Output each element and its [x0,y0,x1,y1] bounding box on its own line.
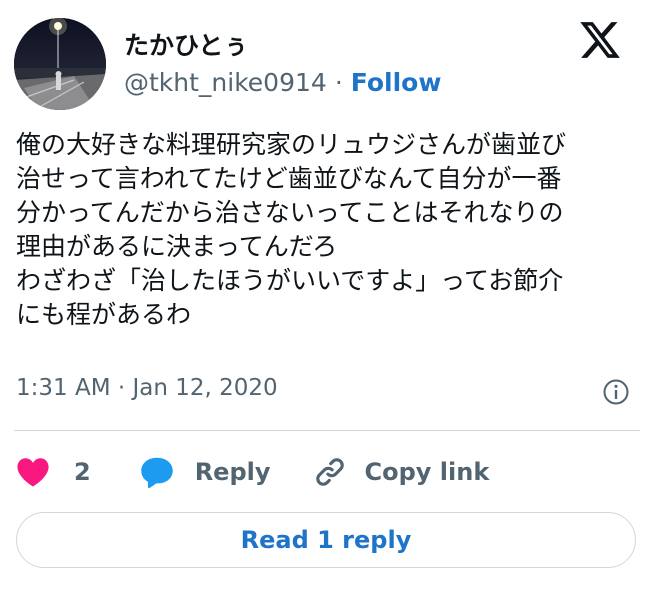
post-text: 俺の大好きな料理研究家のリュウジさんが歯並び 治せって言われてたけど歯並びなんて… [16,130,567,329]
info-icon[interactable] [602,378,630,406]
avatar-photo [14,18,106,110]
x-logo-icon[interactable] [578,18,622,62]
reply-label: Reply [194,458,271,486]
post-actions: 2 Reply Copy link [16,450,489,494]
follow-button[interactable]: Follow [351,68,442,97]
heart-icon [16,456,50,488]
copy-link-button[interactable]: Copy link [313,455,490,489]
author-handle-row: @tkht_nike0914 · Follow [124,68,441,97]
separator-dot: · [334,68,343,97]
reply-button[interactable]: Reply [139,455,271,489]
divider [14,430,640,431]
reply-bubble-icon [139,455,175,489]
read-replies-button[interactable]: Read 1 reply [16,512,636,568]
embedded-post-card: たかひとぅ @tkht_nike0914 · Follow 俺の大好きな料理研究… [0,0,654,594]
link-icon [313,455,347,489]
like-button[interactable]: 2 [16,456,91,488]
author-handle[interactable]: @tkht_nike0914 [124,68,327,97]
avatar[interactable] [14,18,106,110]
copy-link-label: Copy link [364,458,490,486]
post-timestamp[interactable]: 1:31 AM · Jan 12, 2020 [16,375,278,401]
post-header: たかひとぅ @tkht_nike0914 · Follow [14,14,640,110]
author-display-name[interactable]: たかひとぅ [124,26,248,62]
like-count: 2 [74,458,91,486]
